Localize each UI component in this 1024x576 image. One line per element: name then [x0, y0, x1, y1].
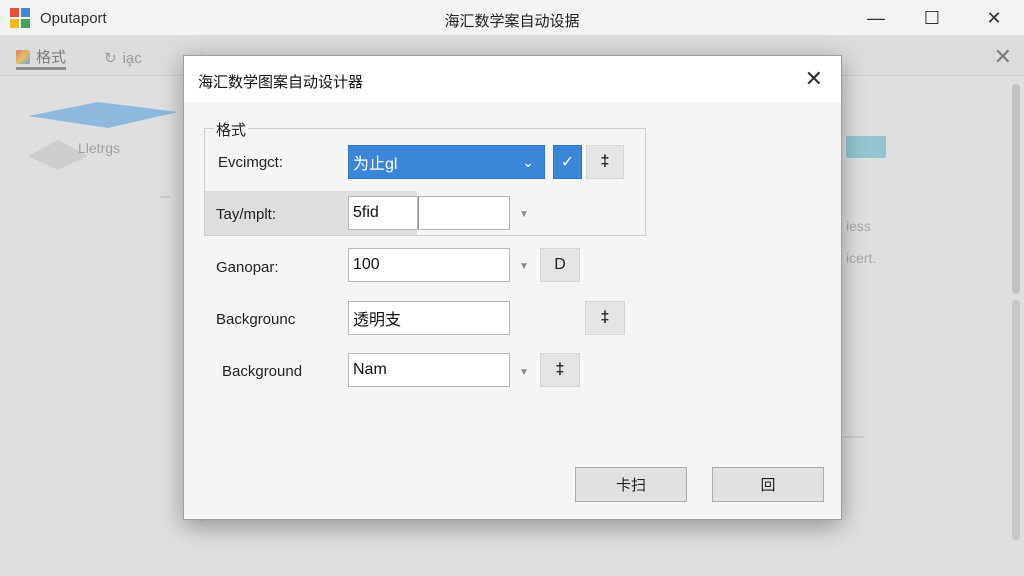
- action-button-3[interactable]: D: [540, 248, 580, 282]
- input-field-5[interactable]: Nam: [348, 353, 510, 387]
- maximize-icon: ☐: [923, 7, 941, 28]
- close-window-button[interactable]: ✕: [966, 0, 1022, 36]
- select-field-1[interactable]: 为止gl ⌄: [348, 145, 545, 179]
- dropdown-arrow-icon[interactable]: ▼: [514, 362, 534, 382]
- row-label-3: Ganopar:: [216, 259, 279, 276]
- select-value-1: 为止gl: [353, 156, 398, 173]
- row-label-1: Evcimgct:: [218, 154, 284, 171]
- row-label-5: Background: [222, 363, 303, 380]
- input-field-2[interactable]: 5fid: [348, 196, 418, 230]
- minimize-icon: —: [867, 7, 885, 28]
- dropdown-arrow-icon[interactable]: ▼: [514, 204, 534, 224]
- input-field-3[interactable]: 100: [348, 248, 510, 282]
- close-icon: ✕: [986, 7, 1002, 28]
- maximize-button[interactable]: ☐: [904, 0, 960, 36]
- group-legend: 格式: [214, 119, 249, 140]
- chevron-down-icon: ⌄: [522, 154, 534, 170]
- adjust-icon: ‡: [555, 361, 565, 378]
- designer-dialog: 海汇数学图案自动设计器 ✕ 格式 Evcimgct: 为止gl ⌄ ✓ ‡ Ta…: [183, 55, 842, 520]
- button-label-3: D: [554, 256, 566, 273]
- row-label-4: Backgrounc: [216, 311, 296, 328]
- input-field-2-extension[interactable]: [418, 196, 510, 230]
- input-value-5: Nam: [353, 361, 387, 378]
- adjust-button-4[interactable]: ‡: [585, 301, 625, 335]
- dropdown-arrow-icon[interactable]: ▼: [514, 256, 534, 276]
- minimize-button[interactable]: —: [848, 0, 904, 36]
- row-label-2: Tay/mplt:: [216, 206, 277, 223]
- adjust-icon: ‡: [600, 153, 610, 170]
- dialog-title: 海汇数学图案自动设计器: [198, 74, 364, 91]
- title-bar: Oputaport 海汇数学案自动设据 — ☐ ✕: [0, 0, 1024, 36]
- input-value-4: 透明支: [353, 312, 402, 329]
- dialog-close-button[interactable]: ✕: [805, 66, 823, 92]
- input-value-3: 100: [353, 256, 380, 273]
- confirm-button[interactable]: ✓: [553, 145, 582, 179]
- adjust-button-5[interactable]: ‡: [540, 353, 580, 387]
- dialog-header: 海汇数学图案自动设计器 ✕: [184, 56, 841, 102]
- cancel-button[interactable]: 回: [712, 467, 824, 502]
- input-field-4[interactable]: 透明支: [348, 301, 510, 335]
- ok-button[interactable]: 卡扫: [575, 467, 687, 502]
- input-value-2: 5fid: [353, 204, 379, 221]
- adjust-button-1[interactable]: ‡: [586, 145, 624, 179]
- adjust-icon: ‡: [600, 309, 610, 326]
- check-icon: ✓: [560, 154, 575, 171]
- close-icon: ✕: [804, 66, 823, 91]
